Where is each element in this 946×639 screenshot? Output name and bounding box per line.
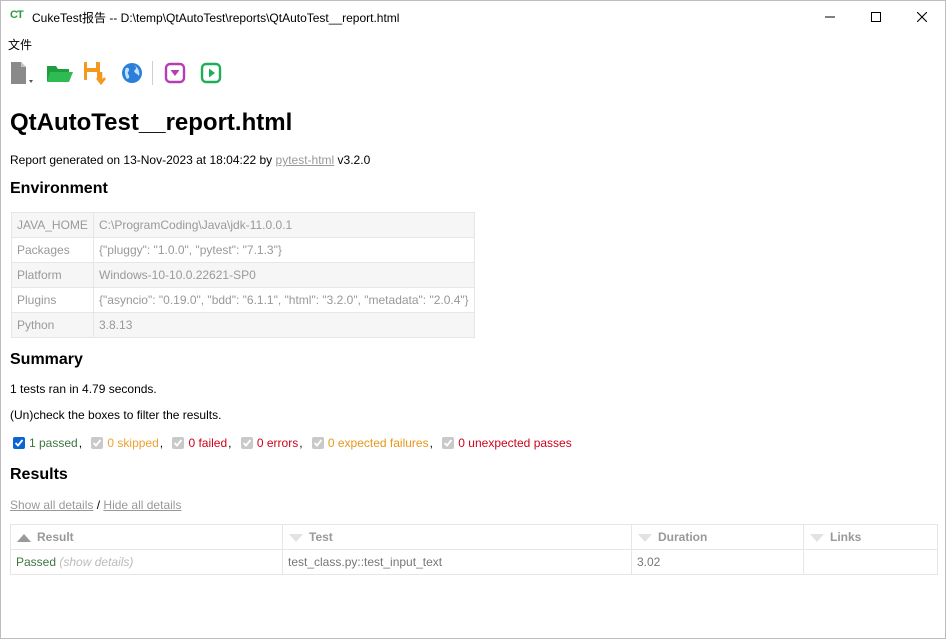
checkbox-disabled-icon[interactable]: [91, 437, 104, 449]
env-key: Platform: [11, 262, 94, 288]
filter-skipped-label: 0 skipped: [107, 436, 159, 450]
cell-test: test_class.py::test_input_text: [282, 549, 632, 575]
sort-descending-icon: [289, 533, 303, 542]
open-folder-icon[interactable]: [46, 59, 74, 87]
checkbox-checked-icon[interactable]: [13, 437, 25, 449]
toolbar-separator: [152, 61, 153, 85]
env-row: JAVA_HOME C:\ProgramCoding\Java\jdk-11.0.…: [11, 212, 475, 238]
show-details-toggle[interactable]: (show details): [59, 555, 133, 569]
save-download-icon[interactable]: [81, 59, 109, 87]
column-duration[interactable]: Duration: [631, 524, 804, 550]
summary-heading: Summary: [10, 351, 83, 368]
collapse-icon[interactable]: [161, 59, 189, 87]
page-title: QtAutoTest__report.html: [10, 109, 293, 136]
env-row: Packages {"pluggy": "1.0.0", "pytest": "7…: [11, 237, 475, 263]
env-key: Packages: [11, 237, 94, 263]
column-test[interactable]: Test: [282, 524, 632, 550]
title-bar: CT CukeTest报告 -- D:\temp\QtAutoTest\repo…: [1, 1, 945, 32]
maximize-button[interactable]: [853, 1, 899, 32]
env-key: Plugins: [11, 287, 94, 313]
app-logo-icon: CT: [10, 9, 24, 21]
env-key: JAVA_HOME: [11, 212, 94, 238]
column-links[interactable]: Links: [803, 524, 938, 550]
app-window: CT CukeTest报告 -- D:\temp\QtAutoTest\repo…: [0, 0, 946, 639]
summary-line: 1 tests ran in 4.79 seconds.: [10, 382, 157, 396]
env-value: {"pluggy": "1.0.0", "pytest": "7.1.3"}: [93, 237, 475, 263]
filter-passed[interactable]: 1 passed,: [13, 436, 82, 450]
filter-xfailed-label: 0 expected failures: [327, 436, 429, 450]
filter-xpassed-label: 0 unexpected passes: [458, 436, 572, 450]
cell-duration: 3.02: [631, 549, 804, 575]
filter-hint: (Un)check the boxes to filter the result…: [10, 408, 222, 422]
sort-ascending-icon: [17, 533, 31, 542]
column-links-label: Links: [830, 530, 862, 544]
filter-failed-label: 0 failed: [188, 436, 228, 450]
env-row: Platform Windows-10-10.0.22621-SP0: [11, 262, 475, 288]
checkbox-disabled-icon[interactable]: [311, 437, 324, 449]
pytest-html-link[interactable]: pytest-html: [276, 153, 335, 167]
generated-suffix: v3.2.0: [334, 153, 371, 167]
close-button[interactable]: [899, 1, 945, 32]
menu-file[interactable]: 文件: [8, 36, 32, 53]
checkbox-disabled-icon[interactable]: [172, 437, 185, 449]
results-heading: Results: [10, 466, 68, 483]
hide-all-details-link[interactable]: Hide all details: [103, 498, 181, 512]
env-key: Python: [11, 312, 94, 338]
filter-errors[interactable]: 0 errors,: [240, 436, 303, 450]
environment-table: JAVA_HOME C:\ProgramCoding\Java\jdk-11.0.…: [11, 212, 475, 338]
filter-errors-label: 0 errors: [256, 436, 299, 450]
column-duration-label: Duration: [658, 530, 708, 544]
play-icon[interactable]: [197, 59, 225, 87]
results-table: Result Test Duration Links Passed (show …: [10, 524, 938, 575]
new-file-icon[interactable]: [7, 59, 35, 87]
show-all-details-link[interactable]: Show all details: [10, 498, 93, 512]
cell-links: [803, 549, 938, 575]
toolbar: [1, 55, 945, 91]
minimize-button[interactable]: [807, 1, 853, 32]
details-divider: /: [93, 498, 104, 512]
env-value: C:\ProgramCoding\Java\jdk-11.0.0.1: [93, 212, 475, 238]
filter-xfailed[interactable]: 0 expected failures,: [311, 436, 433, 450]
column-test-label: Test: [309, 530, 333, 544]
filter-failed[interactable]: 0 failed,: [172, 436, 232, 450]
generated-info: Report generated on 13-Nov-2023 at 18:04…: [10, 153, 370, 167]
result-filters: 1 passed, 0 skipped, 0 failed, 0 errors,…: [13, 436, 578, 451]
env-value: 3.8.13: [93, 312, 475, 338]
checkbox-disabled-icon[interactable]: [240, 437, 253, 449]
column-result-label: Result: [37, 530, 74, 544]
table-row[interactable]: Passed (show details) test_class.py::tes…: [10, 549, 938, 575]
filter-skipped[interactable]: 0 skipped,: [91, 436, 163, 450]
filter-passed-label: 1 passed: [29, 436, 78, 450]
generated-prefix: Report generated on 13-Nov-2023 at 18:04…: [10, 153, 276, 167]
column-result[interactable]: Result: [10, 524, 283, 550]
env-row: Plugins {"asyncio": "0.19.0", "bdd": "6.1…: [11, 287, 475, 313]
sort-descending-icon: [810, 533, 824, 542]
sort-descending-icon: [638, 533, 652, 542]
env-row: Python 3.8.13: [11, 312, 475, 338]
filter-xpassed[interactable]: 0 unexpected passes: [442, 436, 572, 450]
menu-bar: 文件: [1, 32, 945, 52]
checkbox-disabled-icon[interactable]: [442, 437, 455, 449]
cell-result[interactable]: Passed (show details): [10, 549, 283, 575]
env-value: Windows-10-10.0.22621-SP0: [93, 262, 475, 288]
globe-icon[interactable]: [118, 59, 146, 87]
details-toggle: Show all details / Hide all details: [10, 498, 181, 512]
result-status: Passed: [16, 555, 57, 569]
environment-heading: Environment: [10, 180, 108, 197]
results-header-row: Result Test Duration Links: [10, 524, 938, 550]
window-title: CukeTest报告 -- D:\temp\QtAutoTest\reports…: [32, 11, 400, 25]
env-value: {"asyncio": "0.19.0", "bdd": "6.1.1", "h…: [93, 287, 475, 313]
